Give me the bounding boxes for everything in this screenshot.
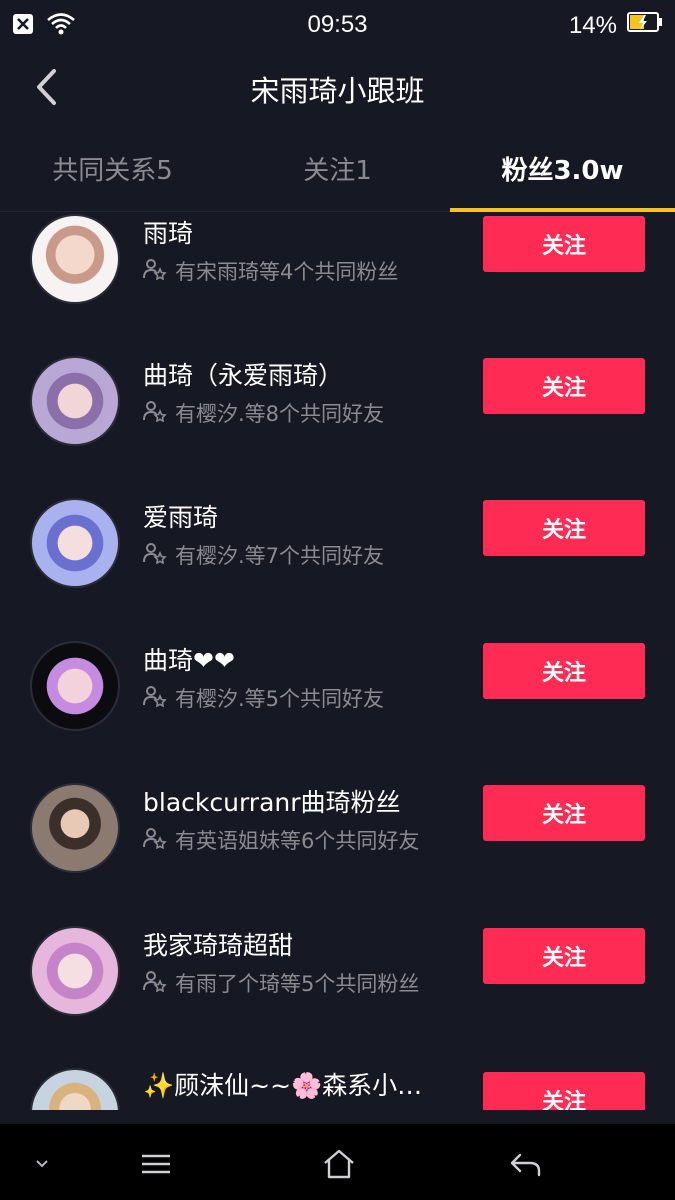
status-bar: 09:53 14% [0, 0, 675, 50]
avatar[interactable] [30, 1068, 120, 1110]
mutual-friends-icon [143, 400, 167, 427]
mutual-friends-icon [143, 542, 167, 569]
mutual-text: 有宋雨琦等4个共同粉丝 [175, 260, 399, 284]
mutual-info: 有雨了个琦等5个共同粉丝 [143, 968, 419, 998]
user-name[interactable]: 曲琦（永爱雨琦） [143, 356, 343, 392]
user-name[interactable]: 爱雨琦 [143, 498, 218, 534]
mutual-info: 有英语姐妹等6个共同好友 [143, 825, 419, 855]
mutual-text: 有樱汐.等7个共同好友 [175, 544, 385, 568]
user-name[interactable]: 曲琦❤❤ [143, 641, 235, 677]
list-item[interactable]: blackcurranr曲琦粉丝 有英语姐妹等6个共同好友 关注 [0, 763, 675, 905]
list-item[interactable]: 雨琦 有宋雨琦等4个共同粉丝 关注 [0, 212, 675, 336]
menu-icon[interactable] [136, 1144, 176, 1184]
list-item[interactable]: 曲琦（永爱雨琦） 有樱汐.等8个共同好友 关注 [0, 336, 675, 478]
mutual-info: 有樱汐.等8个共同好友 [143, 398, 384, 428]
list-item[interactable]: 爱雨琦 有樱汐.等7个共同好友 关注 [0, 478, 675, 620]
home-icon[interactable] [319, 1144, 359, 1184]
mutual-text: 有英语姐妹等6个共同好友 [175, 829, 420, 853]
mutual-friends-icon [143, 258, 167, 285]
system-nav-bar [0, 1124, 675, 1200]
user-name[interactable]: blackcurranr曲琦粉丝 [143, 783, 401, 819]
list-item[interactable]: 我家琦琦超甜 有雨了个琦等5个共同粉丝 关注 [0, 906, 675, 1048]
avatar[interactable] [30, 214, 120, 304]
tab-bar: 共同关系5 关注1 粉丝3.0w [0, 130, 675, 212]
chevron-down-icon[interactable] [22, 1144, 62, 1184]
follow-button[interactable]: 关注 [483, 1072, 645, 1110]
follow-button[interactable]: 关注 [483, 928, 645, 984]
list-item[interactable]: 曲琦❤❤ 有樱汐.等5个共同好友 关注 [0, 621, 675, 763]
follow-button[interactable]: 关注 [483, 500, 645, 556]
mutual-info: 有宋雨琦等4个共同粉丝 [143, 256, 398, 286]
mutual-friends-icon [143, 685, 167, 712]
avatar[interactable] [30, 641, 120, 731]
mutual-text: 有樱汐.等5个共同好友 [175, 687, 385, 711]
mutual-friends-icon [143, 970, 167, 997]
mutual-text: 有樱汐.等8个共同好友 [175, 402, 385, 426]
mutual-text: 有雨了个琦等5个共同粉丝 [175, 972, 420, 996]
follow-button[interactable]: 关注 [483, 358, 645, 414]
battery-charging-icon [627, 11, 663, 40]
mutual-info: 有樱汐.等5个共同好友 [143, 683, 384, 713]
tab-mutual[interactable]: 共同关系5 [0, 130, 225, 212]
list-item[interactable]: ✨顾沫仙~~🌸森系小… 关注 [0, 1048, 675, 1110]
follower-list[interactable]: 雨琦 有宋雨琦等4个共同粉丝 关注 曲琦（永爱雨琦） 有樱汐.等8个共同好友 关… [0, 212, 675, 1110]
avatar[interactable] [30, 356, 120, 446]
follow-button[interactable]: 关注 [483, 216, 645, 272]
avatar[interactable] [30, 926, 120, 1016]
user-name[interactable]: ✨顾沫仙~~🌸森系小… [143, 1066, 422, 1102]
user-name[interactable]: 雨琦 [143, 214, 193, 250]
avatar[interactable] [30, 783, 120, 873]
back-arrow-icon[interactable] [505, 1144, 545, 1184]
user-name[interactable]: 我家琦琦超甜 [143, 926, 293, 962]
tab-following[interactable]: 关注1 [225, 130, 450, 212]
follow-button[interactable]: 关注 [483, 785, 645, 841]
mutual-info: 有樱汐.等7个共同好友 [143, 540, 384, 570]
mutual-friends-icon [143, 827, 167, 854]
battery-percent: 14% [568, 11, 617, 39]
page-header: 宋雨琦小跟班 [0, 50, 675, 130]
tab-followers[interactable]: 粉丝3.0w [450, 130, 675, 212]
page-title: 宋雨琦小跟班 [250, 74, 425, 108]
avatar[interactable] [30, 498, 120, 588]
follow-button[interactable]: 关注 [483, 643, 645, 699]
